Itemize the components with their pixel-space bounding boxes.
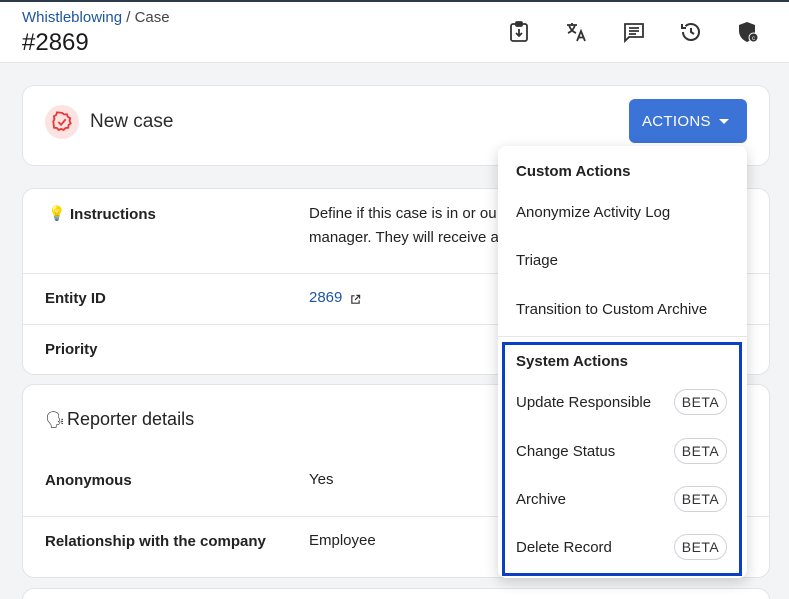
svg-text:c: c xyxy=(752,36,755,42)
history-icon[interactable] xyxy=(677,18,705,46)
page-header: Whistleblowing / Case #2869 c xyxy=(0,2,789,63)
breadcrumb: Whistleblowing / Case xyxy=(22,9,170,26)
download-clipboard-icon[interactable] xyxy=(505,18,533,46)
status-badge-icon xyxy=(45,105,79,139)
actions-label: ACTIONS xyxy=(642,112,711,130)
anonymous-value: Yes xyxy=(309,471,334,488)
menu-item-triage[interactable]: Triage xyxy=(498,238,747,282)
external-link-icon[interactable] xyxy=(350,289,361,313)
relationship-label: Relationship with the company xyxy=(45,533,266,550)
reporter-title: Reporter details xyxy=(67,409,195,429)
menu-item-anonymize-activity-log[interactable]: Anonymize Activity Log xyxy=(498,190,747,234)
anonymous-label: Anonymous xyxy=(45,472,132,489)
page-title: #2869 xyxy=(22,29,89,56)
translate-icon[interactable] xyxy=(562,18,590,46)
instructions-label: Instructions xyxy=(70,206,156,223)
instructions-line-2: manager. They will receive a xyxy=(309,229,499,246)
relationship-value: Employee xyxy=(309,532,376,549)
comment-icon[interactable] xyxy=(620,18,648,46)
breadcrumb-separator: / xyxy=(122,9,135,26)
actions-button[interactable]: ACTIONS xyxy=(629,99,747,143)
menu-divider xyxy=(498,336,747,337)
menu-item-transition-custom-archive[interactable]: Transition to Custom Archive xyxy=(498,287,747,331)
breadcrumb-current: Case xyxy=(134,9,170,26)
entity-id-value-wrap: 2869 xyxy=(309,286,361,313)
status-title: New case xyxy=(90,111,174,132)
breadcrumb-link-whistleblowing[interactable]: Whistleblowing xyxy=(22,9,122,26)
system-actions-highlight xyxy=(502,342,742,576)
chevron-down-icon xyxy=(719,119,729,124)
entity-id-link[interactable]: 2869 xyxy=(309,289,342,306)
security-shield-icon[interactable]: c xyxy=(734,18,762,46)
custom-actions-heading: Custom Actions xyxy=(516,163,631,180)
speaking-head-icon: 🗣 xyxy=(45,412,66,429)
next-card xyxy=(22,588,770,599)
instructions-line-1: Define if this case is in or ou xyxy=(309,205,497,222)
instructions-text: Define if this case is in or ou manager.… xyxy=(309,202,499,250)
lightbulb-icon: 💡 xyxy=(48,205,66,221)
priority-label: Priority xyxy=(45,341,98,358)
entity-id-label: Entity ID xyxy=(45,290,106,307)
